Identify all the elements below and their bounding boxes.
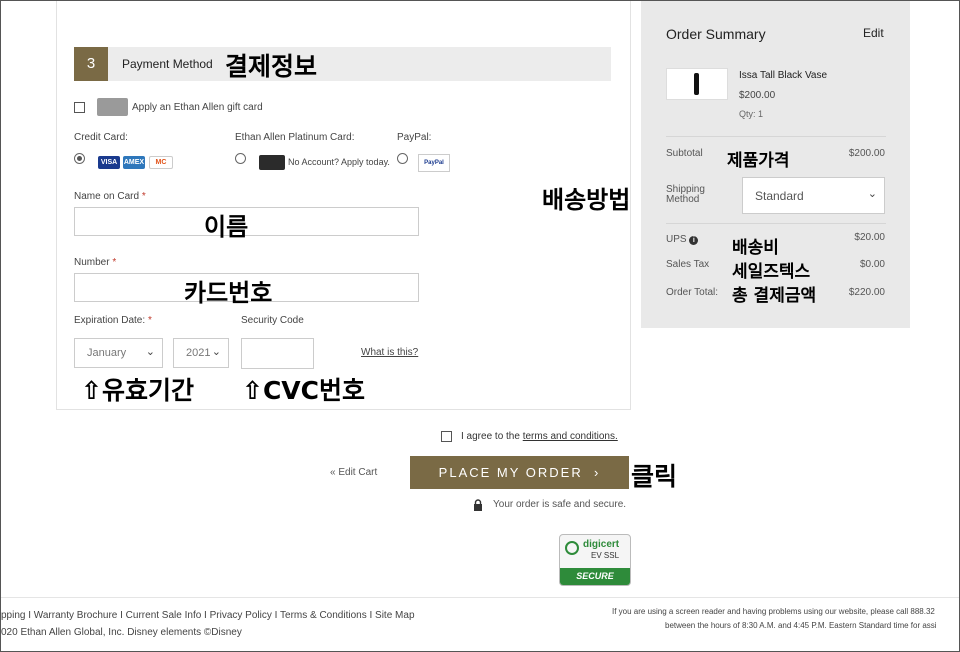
screen-reader-notice-1: If you are using a screen reader and hav…	[612, 607, 935, 616]
year-value: 2021	[186, 347, 211, 359]
annotation-shipping-method: 배송방법	[542, 186, 631, 214]
shipping-method-value: Standard	[755, 189, 804, 203]
footer-divider	[1, 597, 959, 598]
screen-reader-notice-2: between the hours of 8:30 A.M. and 4:45 …	[665, 621, 937, 630]
place-order-button[interactable]: PLACE MY ORDER ›	[410, 456, 629, 489]
subtotal-label: Subtotal	[666, 148, 703, 159]
annotation-card-number: 카드번호	[184, 279, 273, 307]
order-total-label: Order Total:	[666, 287, 719, 298]
edit-cart-link[interactable]: « Edit Cart	[330, 467, 377, 478]
digicert-logo-icon	[565, 541, 579, 555]
chevron-down-icon: ⌄	[867, 188, 877, 200]
credit-card-label: Credit Card:	[74, 132, 128, 143]
annotation-click: 클릭	[631, 462, 678, 491]
edit-summary-link[interactable]: Edit	[863, 26, 884, 40]
annotation-total: 총 결제금액	[732, 286, 817, 306]
expiration-year-select[interactable]: 2021 ⌄	[173, 338, 229, 368]
footer-copyright: 020 Ethan Allen Global, Inc. Disney elem…	[1, 627, 242, 638]
annotation-cvc: ⇧CVC번호	[242, 376, 365, 405]
ups-label: UPS i	[666, 234, 699, 245]
visa-icon: VISA	[98, 156, 120, 169]
sales-tax-label: Sales Tax	[666, 259, 710, 270]
paypal-icon: PayPal	[418, 154, 450, 172]
amex-icon: AMEX	[123, 156, 145, 169]
agree-terms-label: I agree to the terms and conditions.	[461, 431, 618, 442]
shipping-method-label: Shipping Method	[666, 184, 705, 205]
gift-card-checkbox[interactable]	[74, 102, 85, 113]
digicert-brand: digicert	[583, 539, 620, 550]
gift-card-icon	[97, 98, 128, 116]
section-title: Payment Method	[122, 57, 213, 71]
divider	[666, 223, 886, 224]
footer-links[interactable]: pping I Warranty Brochure I Current Sale…	[1, 610, 415, 621]
name-on-card-label: Name on Card *	[74, 191, 146, 202]
security-code-label: Security Code	[241, 315, 304, 326]
annotation-payment-info: 결제정보	[225, 52, 318, 81]
product-price: $200.00	[739, 90, 776, 101]
agree-terms-checkbox[interactable]	[441, 431, 452, 442]
product-thumbnail[interactable]	[666, 68, 728, 100]
payment-section-header: 3 Payment Method	[74, 47, 611, 81]
secure-text: Your order is safe and secure.	[493, 499, 627, 510]
annotation-expiry: ⇧유효기간	[81, 376, 194, 405]
no-account-link[interactable]: No Account? Apply today.	[288, 157, 390, 167]
platinum-card-label: Ethan Allen Platinum Card:	[235, 132, 355, 143]
chevron-down-icon: ⌄	[211, 346, 221, 358]
chevron-right-icon: ›	[593, 465, 601, 480]
month-value: January	[87, 347, 127, 359]
lock-icon	[473, 498, 483, 516]
order-total-value: $220.00	[848, 287, 885, 298]
what-is-this-link[interactable]: What is this?	[361, 347, 418, 358]
vase-image	[694, 73, 699, 95]
credit-card-radio[interactable]	[74, 153, 85, 164]
divider	[666, 136, 886, 137]
paypal-label: PayPal:	[397, 132, 432, 143]
chevron-down-icon: ⌄	[145, 346, 155, 358]
digicert-badge[interactable]: digicert EV SSL SECURE	[559, 534, 631, 586]
product-qty: Qty: 1	[739, 109, 764, 119]
annotation-shipping-fee: 배송비	[732, 238, 779, 258]
checkout-page: 3 Payment Method 결제정보 Apply an Ethan All…	[0, 0, 960, 652]
digicert-type: EV SSL	[591, 551, 620, 560]
gift-card-label[interactable]: Apply an Ethan Allen gift card	[132, 102, 263, 113]
expiration-month-select[interactable]: January ⌄	[74, 338, 163, 368]
expiration-label: Expiration Date: *	[74, 315, 152, 326]
security-code-input[interactable]	[241, 338, 314, 369]
order-summary-title: Order Summary	[666, 26, 766, 42]
step-number: 3	[74, 47, 108, 81]
annotation-name: 이름	[204, 213, 249, 241]
mastercard-icon: MC	[149, 156, 173, 169]
annotation-sales-tax: 세일즈텍스	[732, 262, 811, 282]
info-icon[interactable]: i	[689, 236, 699, 245]
platinum-card-icon	[259, 155, 285, 170]
annotation-product-price: 제품가격	[727, 151, 790, 171]
platinum-card-radio[interactable]	[235, 153, 246, 164]
paypal-radio[interactable]	[397, 153, 408, 164]
card-number-label: Number *	[74, 257, 117, 268]
shipping-method-select[interactable]: Standard ⌄	[742, 177, 885, 214]
product-name[interactable]: Issa Tall Black Vase	[739, 70, 827, 81]
terms-link[interactable]: terms and conditions.	[523, 431, 618, 442]
sales-tax-value: $0.00	[859, 259, 885, 270]
subtotal-value: $200.00	[848, 148, 885, 159]
digicert-secure: SECURE	[560, 568, 630, 585]
ups-value: $20.00	[854, 232, 885, 243]
